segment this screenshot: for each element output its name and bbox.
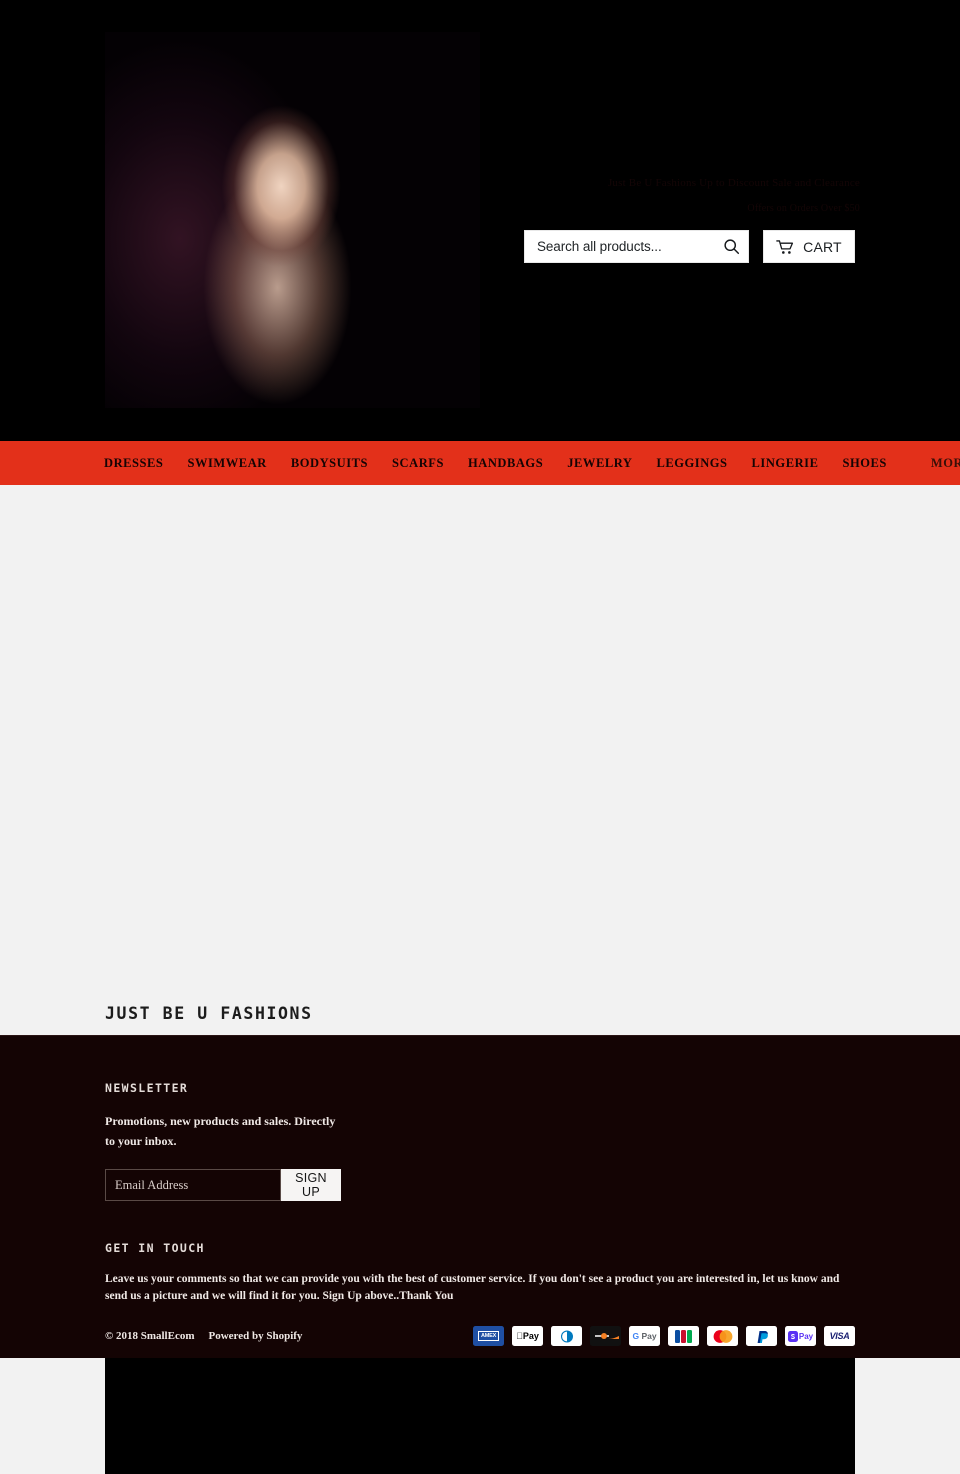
newsletter-heading: NEWSLETTER <box>105 1081 189 1095</box>
american-express-icon: AMEX <box>473 1326 504 1346</box>
nav-item-more[interactable]: MORE <box>931 456 960 471</box>
search-form[interactable] <box>524 230 749 263</box>
cart-button[interactable]: CART <box>763 230 855 263</box>
search-icon <box>723 239 739 255</box>
mastercard-icon <box>707 1326 738 1346</box>
nav-item-dresses[interactable]: DRESSES <box>104 456 163 471</box>
shop-pay-icon: Pay <box>785 1326 816 1346</box>
header-actions: CART <box>524 230 855 263</box>
get-in-touch-text: Leave us your comments so that we can pr… <box>105 1273 840 1302</box>
payment-methods: AMEX Pay G Pay Pay VISA <box>473 1326 855 1346</box>
get-in-touch-heading: GET IN TOUCH <box>105 1241 205 1255</box>
newsletter-form[interactable]: SIGN UP <box>105 1169 341 1201</box>
search-input[interactable] <box>535 238 718 255</box>
apple-pay-icon: Pay <box>512 1326 543 1346</box>
nav-item-shoes[interactable]: SHOES <box>842 456 886 471</box>
newsletter-description: Promotions, new products and sales. Dire… <box>105 1114 336 1148</box>
powered-by-shopify-link[interactable]: Powered by Shopify <box>209 1330 303 1342</box>
shopping-cart-icon <box>776 239 794 254</box>
visa-icon: VISA <box>824 1326 855 1346</box>
copyright: © 2018 SmallEcom Powered by Shopify <box>105 1330 302 1342</box>
footer-bottom-bar: © 2018 SmallEcom Powered by Shopify AMEX… <box>0 1326 960 1346</box>
footer-inner: NEWSLETTER Promotions, new products and … <box>0 1036 960 1305</box>
nav-item-scarfs[interactable]: SCARFS <box>392 456 444 471</box>
announcement-line-2: Offers on Orders Over $50 <box>747 203 860 214</box>
signup-button[interactable]: SIGN UP <box>281 1169 341 1201</box>
nav-item-leggings[interactable]: LEGGINGS <box>656 456 727 471</box>
nav-item-handbags[interactable]: HANDBAGS <box>468 456 543 471</box>
site-footer: NEWSLETTER Promotions, new products and … <box>0 1035 960 1358</box>
cart-label: CART <box>803 238 842 255</box>
jcb-icon <box>668 1326 699 1346</box>
announcement-line-1: Just Be U Fashions Up to Discount Sale a… <box>607 177 860 189</box>
site-logo[interactable] <box>105 32 480 408</box>
nav-more-label: MORE <box>930 455 960 470</box>
main-navigation: DRESSES SWIMWEAR BODYSUITS SCARFS HANDBA… <box>0 441 960 485</box>
logo-image <box>105 32 480 408</box>
nav-item-lingerie[interactable]: LINGERIE <box>752 456 819 471</box>
paypal-icon <box>746 1326 777 1346</box>
nav-item-swimwear[interactable]: SWIMWEAR <box>187 456 266 471</box>
discover-icon <box>590 1326 621 1346</box>
google-pay-icon: G Pay <box>629 1326 660 1346</box>
nav-item-jewelry[interactable]: JEWELRY <box>567 456 632 471</box>
announcement-bar: Just Be U Fashions Up to Discount Sale a… <box>520 176 860 216</box>
search-submit-button[interactable] <box>718 233 744 261</box>
copyright-text: © 2018 SmallEcom <box>105 1330 195 1342</box>
main-content: JUST BE U FASHIONS <box>0 485 960 1474</box>
diners-club-icon <box>551 1326 582 1346</box>
nav-item-bodysuits[interactable]: BODYSUITS <box>291 456 368 471</box>
page-title: JUST BE U FASHIONS <box>105 1004 313 1024</box>
email-input[interactable] <box>105 1169 281 1201</box>
site-header: Just Be U Fashions Up to Discount Sale a… <box>0 0 960 441</box>
